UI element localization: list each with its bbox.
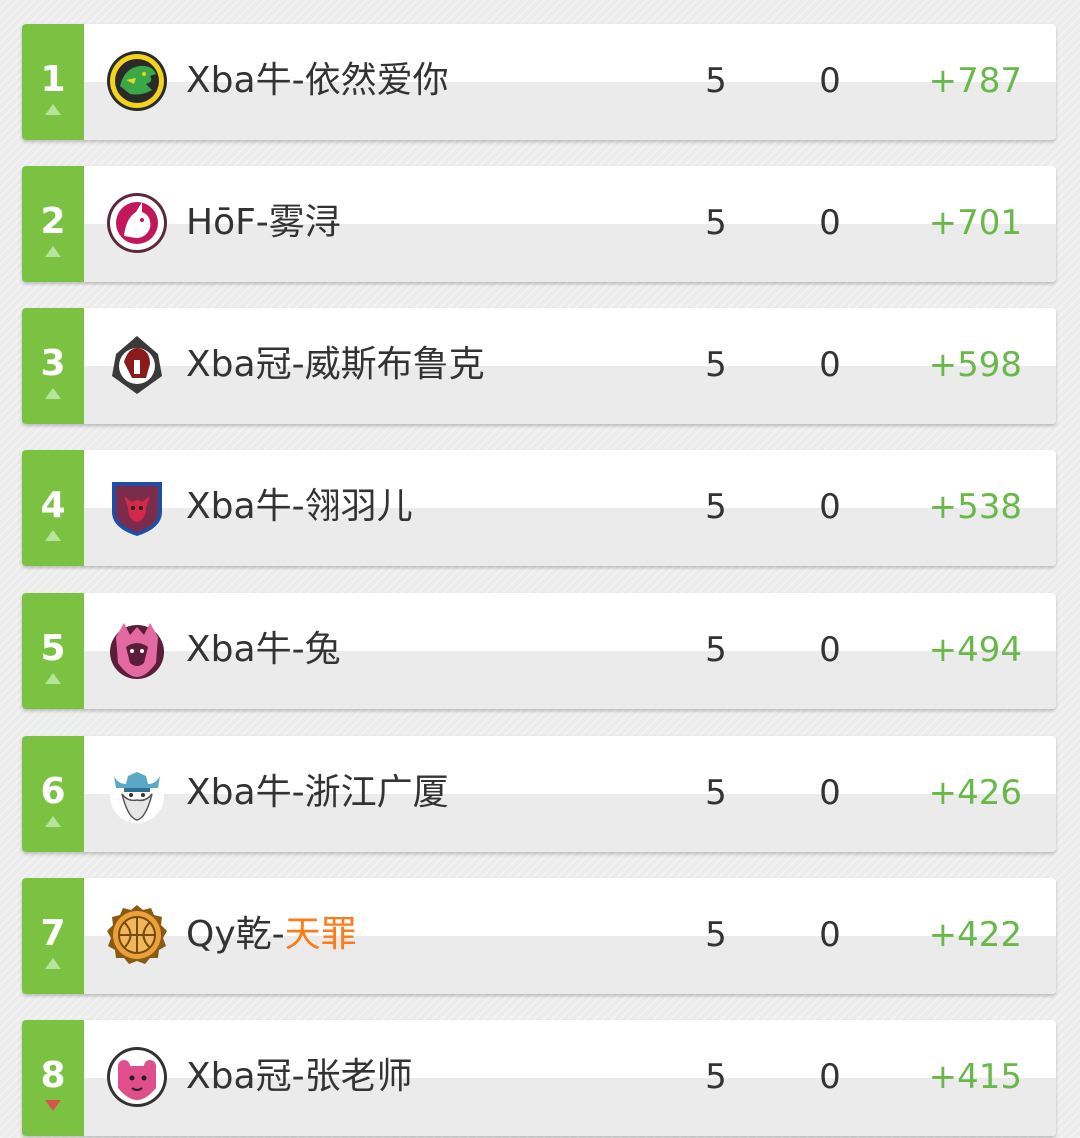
leaderboard-row[interactable]: 6 Xba牛-浙江广厦 5 0 +426 [22, 736, 1056, 852]
losses-value: 0 [819, 487, 841, 527]
trend-down-icon [45, 1100, 61, 1111]
point-differential: +494 [928, 630, 1022, 670]
basketball-logo-icon [107, 905, 167, 964]
team-name: Qy乾-天罪 [186, 912, 357, 958]
red-bull-shield-logo-icon [112, 482, 162, 536]
rank-badge: 6 [22, 736, 84, 852]
point-differential: +598 [928, 345, 1022, 385]
team-name: HōF-雾浔 [186, 200, 341, 246]
rank-number: 4 [40, 485, 66, 526]
leaderboard-row[interactable]: 1 Xba牛-依然爱你 5 0 +787 [22, 24, 1056, 140]
leaderboard-row[interactable]: 7 Qy乾-天罪 5 0 +422 [22, 878, 1056, 994]
team-name: Xba牛-兔 [186, 627, 341, 673]
trend-up-icon [45, 673, 61, 684]
leaderboard-list: 1 Xba牛-依然爱你 5 0 +787 2 HōF-雾浔 5 0 +701 3… [0, 0, 1080, 1138]
team-name: Xba牛-浙江广厦 [186, 770, 449, 816]
team-name-text: Qy乾- [186, 914, 285, 955]
losses-value: 0 [819, 630, 841, 670]
losses-value: 0 [819, 915, 841, 955]
rank-number: 8 [40, 1055, 66, 1096]
team-name: Xba冠-张老师 [186, 1054, 413, 1100]
team-name-text: Xba牛-浙江广厦 [186, 772, 449, 813]
losses-value: 0 [819, 773, 841, 813]
losses-value: 0 [819, 345, 841, 385]
losses-value: 0 [819, 203, 841, 243]
rank-badge: 5 [22, 593, 84, 709]
rank-number: 6 [40, 771, 66, 812]
point-differential: +787 [928, 61, 1022, 101]
rank-badge: 7 [22, 878, 84, 994]
losses-value: 0 [819, 61, 841, 101]
pink-unicorn-logo-icon [107, 193, 167, 253]
rank-badge: 1 [22, 24, 84, 140]
leaderboard-row[interactable]: 8 Xba冠-张老师 5 0 +415 [22, 1020, 1056, 1136]
rank-badge: 4 [22, 450, 84, 566]
wins-value: 5 [705, 203, 727, 243]
rank-number: 7 [40, 913, 66, 954]
trend-up-icon [45, 246, 61, 257]
rank-number: 2 [40, 201, 66, 242]
trend-up-icon [45, 816, 61, 827]
team-name-highlight: 天罪 [284, 914, 357, 955]
rank-badge: 2 [22, 166, 84, 282]
team-name: Xba牛-依然爱你 [186, 58, 449, 104]
team-name-text: Xba牛-依然爱你 [186, 60, 449, 101]
team-name-text: Xba牛-兔 [186, 629, 341, 670]
pink-beast-logo-icon [110, 623, 164, 679]
point-differential: +538 [928, 487, 1022, 527]
trend-up-icon [45, 958, 61, 969]
team-name-text: HōF-雾浔 [186, 202, 341, 243]
wins-value: 5 [705, 773, 727, 813]
rank-number: 3 [40, 343, 66, 384]
trend-up-icon [45, 388, 61, 399]
team-name-text: Xba冠-威斯布鲁克 [186, 344, 485, 385]
point-differential: +415 [928, 1057, 1022, 1097]
point-differential: +426 [928, 773, 1022, 813]
leaderboard-row[interactable]: 3 Xba冠-威斯布鲁克 5 0 +598 [22, 308, 1056, 424]
wins-value: 5 [705, 630, 727, 670]
trend-up-icon [45, 530, 61, 541]
rank-badge: 8 [22, 1020, 84, 1136]
wins-value: 5 [705, 487, 727, 527]
point-differential: +701 [928, 203, 1022, 243]
rank-badge: 3 [22, 308, 84, 424]
team-name-text: Xba牛-翎羽儿 [186, 486, 413, 527]
rank-number: 5 [40, 628, 66, 669]
wins-value: 5 [705, 1057, 727, 1097]
trend-up-icon [45, 104, 61, 115]
team-name: Xba牛-翎羽儿 [186, 484, 413, 530]
pink-bear-logo-icon [107, 1047, 167, 1107]
viking-logo-icon [110, 769, 164, 823]
team-name-text: Xba冠-张老师 [186, 1056, 413, 1097]
team-name: Xba冠-威斯布鲁克 [186, 342, 485, 388]
green-dragon-logo-icon [107, 51, 167, 111]
point-differential: +422 [928, 915, 1022, 955]
leaderboard-row[interactable]: 2 HōF-雾浔 5 0 +701 [22, 166, 1056, 282]
leaderboard-row[interactable]: 5 Xba牛-兔 5 0 +494 [22, 593, 1056, 709]
spartan-helmet-logo-icon [112, 336, 162, 394]
wins-value: 5 [705, 345, 727, 385]
losses-value: 0 [819, 1057, 841, 1097]
wins-value: 5 [705, 915, 727, 955]
leaderboard-row[interactable]: 4 Xba牛-翎羽儿 5 0 +538 [22, 450, 1056, 566]
wins-value: 5 [705, 61, 727, 101]
rank-number: 1 [40, 59, 66, 100]
